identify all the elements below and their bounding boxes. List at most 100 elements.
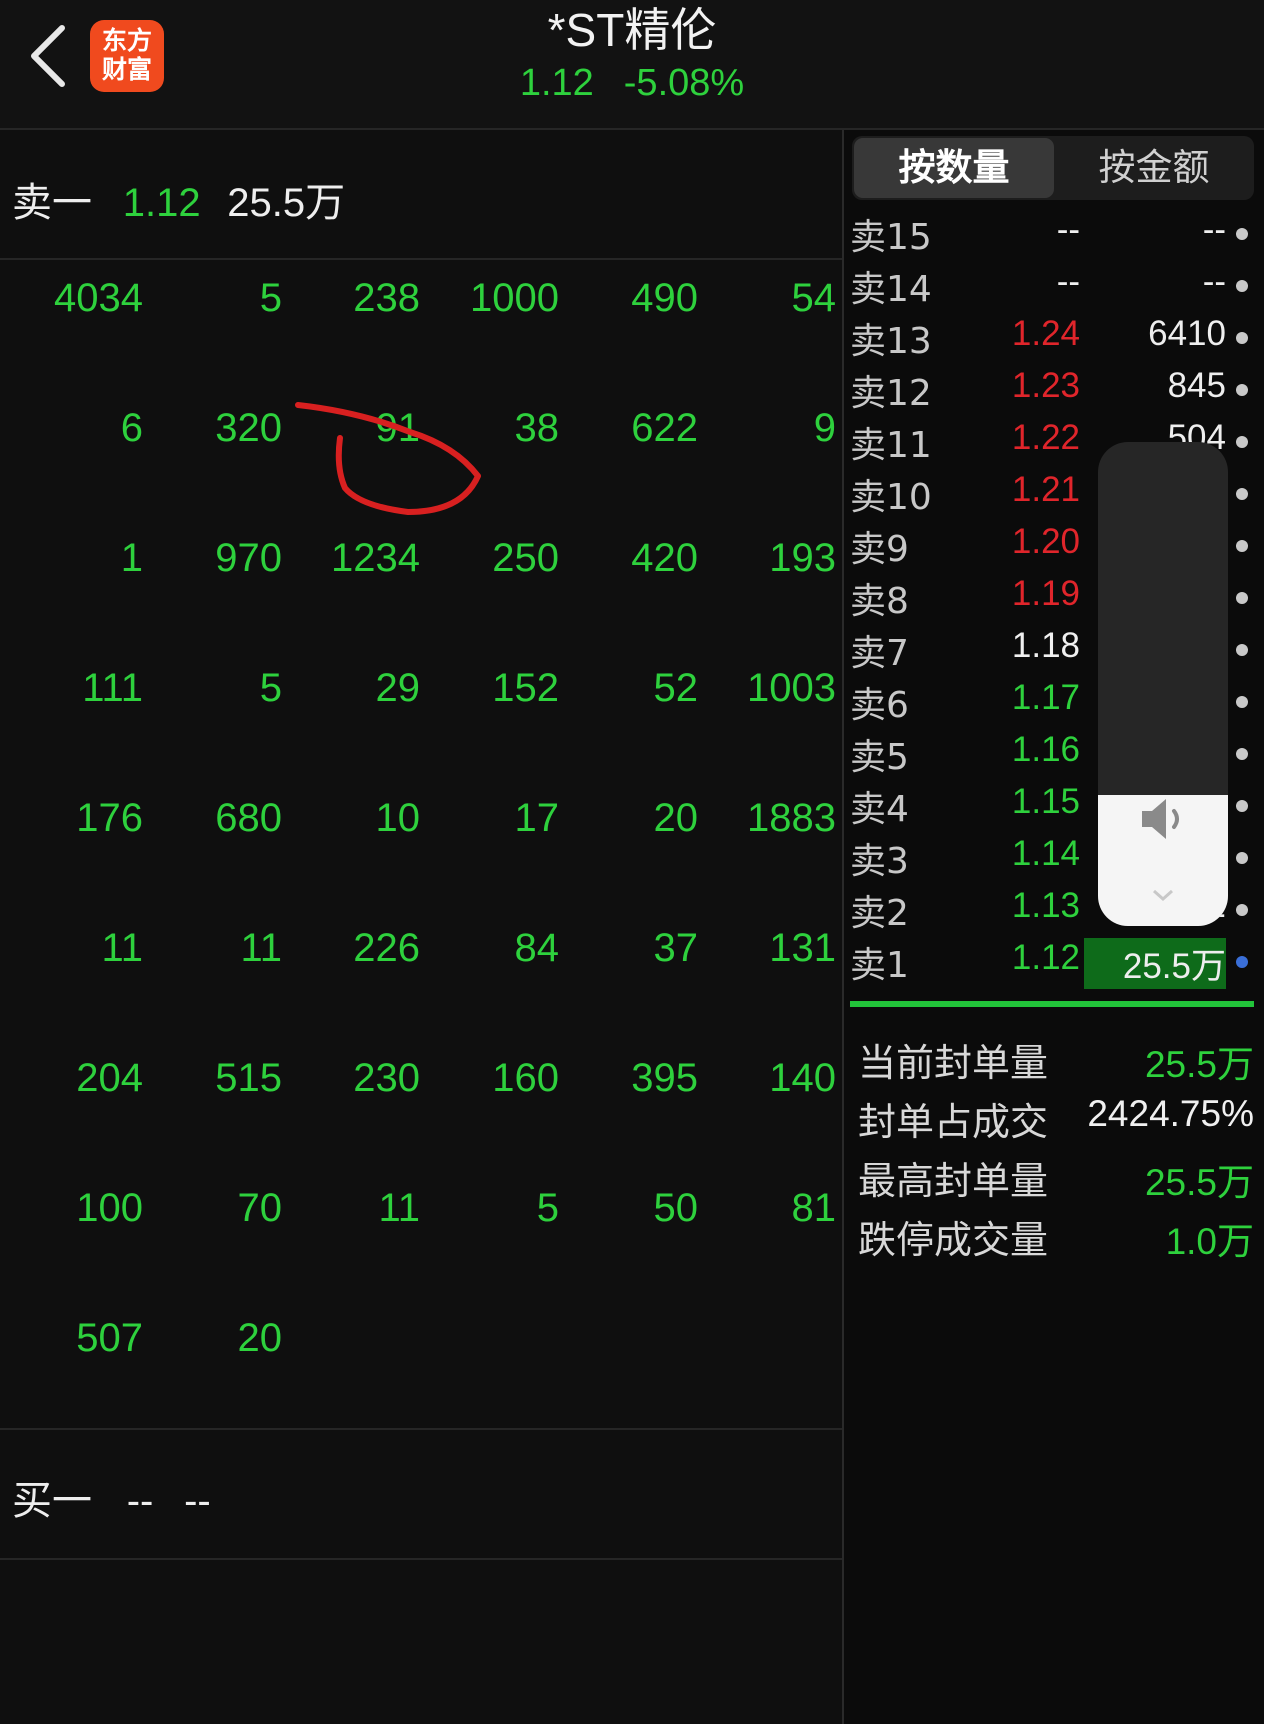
level-name: 卖14: [850, 269, 932, 310]
depth-level-row[interactable]: 卖15 -- --: [844, 208, 1264, 260]
queue-cell: 84: [514, 926, 560, 970]
level-volume: --: [1202, 262, 1226, 301]
level-dot-icon: [1236, 748, 1248, 760]
stat-row: 最高封单量 25.5万: [858, 1150, 1254, 1210]
level-price: 1.21: [1011, 470, 1080, 509]
queue-cell: 4034: [54, 276, 143, 320]
queue-cell: 52: [653, 666, 699, 710]
level-volume: 6410: [1148, 314, 1226, 353]
queue-cell: 490: [631, 276, 698, 320]
stat-label: 最高封单量: [858, 1159, 1049, 1203]
depth-level-row[interactable]: 卖14 -- --: [844, 260, 1264, 312]
level-dot-icon: [1236, 384, 1248, 396]
level-price: 1.12: [1011, 938, 1080, 977]
level-dot-icon: [1236, 488, 1248, 500]
queue-cell: 11: [101, 926, 143, 970]
queue-cell: 37: [653, 926, 699, 970]
level-name: 卖12: [850, 373, 932, 414]
level-name: 卖8: [850, 581, 909, 622]
queue-cell: 1883: [747, 796, 836, 840]
sell-one-volume: 25.5万: [227, 181, 346, 225]
stat-row: 封单占成交 2424.75%: [858, 1091, 1254, 1151]
order-queue-grid: 4034 5 238 1000 490 54 6 320 91 38 622 9 1 970 1234 250…: [0, 260, 842, 1558]
depth-level-row[interactable]: 卖1 1.12 25.5万: [844, 936, 1264, 989]
level-dot-icon: [1236, 332, 1248, 344]
tab-bar: 按数量 按金额: [852, 136, 1254, 200]
level-name: 卖10: [850, 477, 932, 518]
queue-cell: 226: [353, 926, 420, 970]
stat-label: 跌停成交量: [858, 1218, 1049, 1262]
queue-cell: 20: [653, 796, 699, 840]
price-change: -5.08%: [623, 62, 745, 104]
level-name: 卖1: [850, 945, 909, 986]
level-name: 卖15: [850, 217, 932, 258]
queue-cell: 38: [514, 406, 560, 450]
queue-cell: 204: [76, 1056, 143, 1100]
level-price: 1.22: [1011, 418, 1080, 457]
level-volume: 845: [1167, 366, 1226, 405]
level-price: --: [1056, 210, 1080, 249]
buy-one-price: --: [126, 1479, 154, 1523]
stat-value: 25.5万: [1144, 1162, 1254, 1203]
green-divider-bar: [850, 1001, 1254, 1007]
queue-cell: 515: [215, 1056, 282, 1100]
buy-one-volume: --: [184, 1479, 211, 1523]
tab-by-quantity[interactable]: 按数量: [854, 138, 1054, 198]
level-name: 卖9: [850, 529, 909, 570]
queue-cell: 1000: [470, 276, 559, 320]
level-dot-icon: [1236, 800, 1248, 812]
queue-cell: 970: [215, 536, 282, 580]
queue-cell: 70: [237, 1186, 283, 1230]
sell-one-text: 卖一: [12, 180, 92, 226]
speaker-icon: [1142, 799, 1179, 839]
level-price: --: [1056, 262, 1080, 301]
current-price: 1.12: [519, 62, 594, 104]
level-name: 卖7: [850, 633, 909, 674]
queue-cell: 10: [375, 796, 421, 840]
queue-cell: 230: [353, 1056, 420, 1100]
queue-cell: 238: [353, 276, 420, 320]
depth-level-row[interactable]: 卖12 1.23 845: [844, 364, 1264, 416]
queue-cell: 100: [76, 1186, 143, 1230]
queue-cell: 11: [378, 1186, 420, 1230]
level-price: 1.23: [1011, 366, 1080, 405]
level-price: 1.18: [1011, 626, 1080, 665]
queue-cell: 50: [653, 1186, 699, 1230]
stock-title: *ST精伦: [547, 4, 717, 56]
chevron-down-icon: [1153, 889, 1173, 902]
queue-cell: 320: [215, 406, 282, 450]
queue-cell: 11: [240, 926, 282, 970]
queue-cell: 5: [259, 276, 282, 320]
queue-cell: 152: [492, 666, 559, 710]
level-name: 卖5: [850, 737, 909, 778]
sell-one-price: 1.12: [122, 181, 201, 225]
stat-value: 25.5万: [1144, 1044, 1254, 1085]
level-name: 卖11: [850, 425, 932, 466]
queue-cell: 250: [492, 536, 559, 580]
level-price: 1.14: [1011, 834, 1080, 873]
queue-cell: 1234: [331, 536, 420, 580]
level-price: 1.15: [1011, 782, 1080, 821]
queue-cell: 420: [631, 536, 698, 580]
buy-one-label: 买一 -- --: [12, 1468, 211, 1526]
sell-one-label: 卖一 1.12 25.5万: [12, 170, 345, 228]
header: 东方 财富 *ST精伦 1.12 -5.08%: [0, 0, 1264, 130]
stat-row: 当前封单量 25.5万: [858, 1032, 1254, 1092]
level-dot-icon: [1236, 956, 1248, 968]
tab-by-amount[interactable]: 按金额: [1054, 136, 1254, 200]
stat-value: 1.0万: [1165, 1221, 1254, 1262]
queue-cell: 17: [514, 796, 560, 840]
queue-cell: 5: [259, 666, 282, 710]
sell-one-row: 卖一 1.12 25.5万: [0, 130, 842, 260]
level-volume: --: [1202, 210, 1226, 249]
level-price: 1.17: [1011, 678, 1080, 717]
level-dot-icon: [1236, 904, 1248, 916]
depth-level-row[interactable]: 卖13 1.24 6410: [844, 312, 1264, 364]
queue-cell: 193: [769, 536, 836, 580]
level-name: 卖3: [850, 841, 909, 882]
queue-cell: 5: [536, 1186, 559, 1230]
queue-cell: 131: [769, 926, 836, 970]
level-price: 1.13: [1011, 886, 1080, 925]
volume-slider[interactable]: [1098, 442, 1228, 926]
level-dot-icon: [1236, 280, 1248, 292]
